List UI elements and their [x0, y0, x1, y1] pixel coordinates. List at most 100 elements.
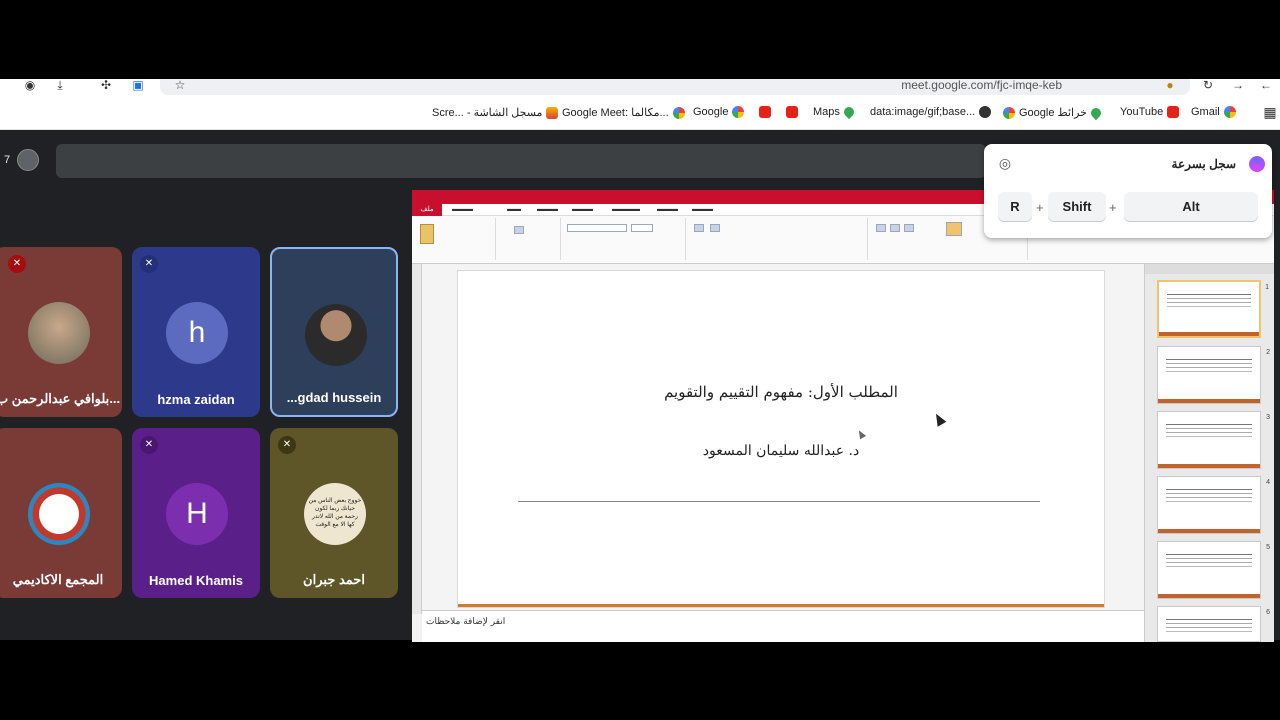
current-slide[interactable]: ﺍﻟﻤﻄﻠﺐ ﺍﻷﻭﻝ: ﻣﻔﻬﻮﻡ ﺍﻟﺘﻘﻴﻴﻢ ﻭﺍﻟﺘﻘﻮﻳﻢ ﺩ. ﻋ…: [457, 270, 1105, 608]
thumbnail-text: [1167, 294, 1251, 295]
ribbon-tab[interactable]: ▬▬: [507, 206, 521, 213]
screen-recorder-icon[interactable]: ▣: [130, 79, 146, 93]
participant-tile[interactable]: ✕ h hzma zaidan: [132, 247, 260, 417]
slide-thumbnail[interactable]: 2: [1157, 346, 1270, 404]
shape-arrow-icon[interactable]: [904, 224, 914, 232]
bookmark-maps[interactable]: Maps: [813, 104, 856, 120]
apps-grid-icon[interactable]: ▦: [1262, 105, 1278, 120]
notes-pane[interactable]: ﺍﻧﻘﺮ ﻹﺿﺎﻓﺔ ﻣﻼﺣﻈﺎﺕ: [422, 610, 1144, 642]
outline-pane-collapsed[interactable]: [412, 264, 422, 614]
arrange-icon[interactable]: [946, 222, 962, 236]
thumbnail-band: [1159, 332, 1259, 336]
file-tab[interactable]: ملف: [412, 204, 442, 216]
bookmark-label: Google: [693, 106, 729, 118]
paste-icon[interactable]: [420, 224, 434, 244]
slide-subtitle: ﺩ. ﻋﺒﺪﺍﻟﻠﻪ ﺳﻠﻴﻤﺎﻥ ﺍﻟﻤﺴﻌﻮﺩ: [702, 443, 860, 459]
mic-icon[interactable]: ●: [1162, 79, 1178, 93]
ribbon-group-font: [561, 218, 686, 260]
ribbon-tab[interactable]: ▬▬▬: [452, 206, 473, 213]
ribbon-tab[interactable]: ▬▬▬: [572, 206, 593, 213]
thumbnail-text: [1166, 424, 1252, 425]
google-icon: [732, 106, 745, 118]
youtube-icon: [759, 106, 771, 118]
font-name-select[interactable]: [567, 224, 627, 232]
profile-icon[interactable]: ◉: [22, 79, 38, 93]
bookmark-label: Scre... - مسجل الشاشة: [432, 107, 543, 119]
thumbnail-number: 3: [1266, 414, 1270, 421]
download-icon[interactable]: ⤓: [52, 79, 68, 93]
participant-name: احمد جبران: [303, 572, 365, 587]
settings-icon[interactable]: ◎: [997, 155, 1013, 171]
bullets-icon[interactable]: [694, 224, 704, 232]
new-slide-icon[interactable]: [514, 226, 524, 234]
participants-avatar-stack[interactable]: [17, 149, 39, 171]
bookmark-google[interactable]: Google: [693, 106, 745, 118]
ribbon-tab[interactable]: ▬▬▬: [657, 206, 678, 213]
thumbnail-band: [1158, 399, 1260, 403]
thumbnail-band: [1158, 464, 1260, 468]
extensions-icon[interactable]: ✣: [98, 79, 114, 93]
slide-thumbnail[interactable]: 6: [1157, 606, 1270, 642]
avatar: H: [166, 483, 228, 545]
font-size-select[interactable]: [631, 224, 653, 232]
participant-tile[interactable]: ✕ بلوافي عبدالرحمن ب...: [0, 247, 122, 417]
bookmark-label: Gmail: [1191, 106, 1220, 118]
bookmark-google-maps-ar[interactable]: Google خرائط: [1003, 105, 1104, 120]
google-icon: [672, 106, 685, 119]
thumbnail-text: [1166, 489, 1252, 490]
slide-divider: [518, 501, 1040, 502]
reload-icon[interactable]: ↻: [1200, 79, 1216, 93]
forward-icon[interactable]: →: [1230, 79, 1246, 93]
shortcut-key-alt: Alt: [1124, 192, 1258, 222]
bookmark-youtube-1[interactable]: [759, 106, 771, 118]
bookmark-screen-recorder[interactable]: Scre... - مسجل الشاشة: [432, 106, 559, 119]
mic-off-icon: ✕: [140, 255, 158, 273]
shape-rect-icon[interactable]: [876, 224, 886, 232]
slide-thumbnail[interactable]: 3: [1157, 411, 1270, 469]
thumbnail-band: [1158, 594, 1260, 598]
plus-sign: +: [1036, 200, 1044, 215]
thumbnail-number: 4: [1266, 479, 1270, 486]
thumbnail-number: 6: [1266, 609, 1270, 616]
numbering-icon[interactable]: [710, 224, 720, 232]
bookmark-label: YouTube: [1120, 106, 1164, 118]
ribbon-tab[interactable]: ▬▬▬: [537, 206, 558, 213]
slide-thumbnail[interactable]: 5: [1157, 541, 1270, 599]
ribbon-tab[interactable]: ▬▬▬: [692, 206, 713, 213]
screen: ◉ ⤓ ✣ ▣ ☆ meet.google.com/fjc-imqe-keb ●…: [0, 0, 1280, 720]
avatar: [28, 483, 90, 545]
shared-screen: ▬▬▬ ▬▬ ▬▬▬ ▬▬▬ ▬▬▬▬ ▬▬▬ ▬▬▬ ملف ﺍﻟﻤﻄﻠﺐ ﺍ…: [412, 190, 1274, 642]
bookmarks-bar: Scre... - مسجل الشاشة Google Meet: مكالم…: [0, 97, 1280, 130]
participant-tile[interactable]: ✕ خووج بعض الناس من حياتك ربما لكون رحمة…: [270, 428, 398, 598]
quick-record-title: سجل بسرعة: [1171, 157, 1236, 171]
participant-tile[interactable]: ✕ H Hamed Khamis: [132, 428, 260, 598]
bookmark-youtube-2[interactable]: [786, 106, 798, 118]
quick-record-panel: ◎ سجل بسرعة R + Shift + Alt: [984, 144, 1272, 238]
bookmark-data-image[interactable]: data:image/gif;base...: [870, 106, 992, 118]
participant-name: بلوافي عبدالرحمن ب...: [0, 391, 121, 406]
participant-tile[interactable]: المجمع الاكاديمي: [0, 428, 122, 598]
slide-thumbnails-pane: 1 2 3 4 5 6: [1144, 264, 1274, 642]
avatar: [305, 304, 367, 366]
ribbon-group-paragraph: [686, 218, 868, 260]
bookmark-youtube[interactable]: YouTube: [1120, 106, 1180, 118]
ribbon-tab[interactable]: ▬▬▬▬: [612, 206, 640, 213]
bookmark-google-meet[interactable]: Google Meet: مكالما...: [562, 106, 685, 119]
bookmark-label: Google خرائط: [1019, 107, 1087, 119]
ribbon-group-slides: [496, 218, 561, 260]
bookmark-gmail[interactable]: Gmail: [1191, 106, 1236, 118]
address-bar[interactable]: ☆ meet.google.com/fjc-imqe-keb ●: [160, 79, 1190, 95]
bookmark-star-icon[interactable]: ☆: [172, 79, 188, 93]
google-icon: [1003, 106, 1015, 119]
shape-line-icon[interactable]: [890, 224, 900, 232]
slide-thumbnail[interactable]: 4: [1157, 476, 1270, 534]
avatar: h: [166, 302, 228, 364]
back-icon[interactable]: ←: [1258, 79, 1274, 93]
participant-tile-active-speaker[interactable]: ...gdad hussein: [270, 247, 398, 417]
slide-thumbnail-selected[interactable]: 1: [1157, 280, 1269, 338]
bookmark-label: Google Meet: مكالما...: [562, 107, 669, 119]
thumbnails-tabs[interactable]: [1145, 264, 1274, 274]
brain-logo-icon: [1249, 156, 1265, 172]
globe-icon: [979, 106, 992, 118]
avatar: [28, 302, 90, 364]
